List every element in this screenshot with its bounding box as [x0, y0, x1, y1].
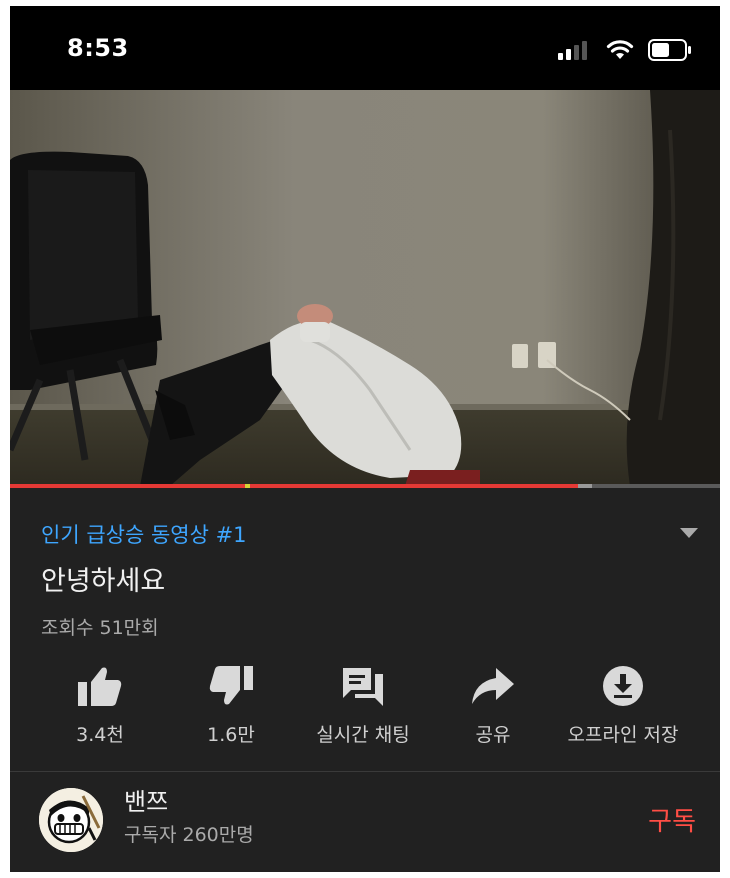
battery-icon: [648, 39, 691, 61]
signal-icon: [558, 41, 587, 60]
share-icon: [472, 668, 514, 704]
offline-save-button[interactable]: 오프라인 저장: [548, 664, 698, 747]
channel-logo: [39, 788, 103, 852]
download-icon: [603, 666, 643, 706]
progress-played: [10, 484, 578, 488]
share-button[interactable]: 공유: [418, 664, 568, 747]
avatar[interactable]: [39, 788, 103, 852]
dislike-button[interactable]: 1.6만: [156, 664, 306, 747]
wifi-icon: [606, 40, 634, 59]
share-label: 공유: [475, 724, 511, 746]
chat-icon: [343, 668, 383, 706]
subscriber-count: 구독자 260만명: [124, 824, 254, 846]
live-chat-label: 실시간 채팅: [316, 724, 410, 746]
phone-screen: 8:53 인기 급상승 동영상 #1 안녕하세요 조회수 51만회 3.4천 1…: [10, 6, 720, 872]
video-frame: [10, 90, 720, 486]
chevron-down-icon[interactable]: [680, 528, 698, 538]
status-time: 8:53: [67, 34, 129, 62]
like-button[interactable]: 3.4천: [25, 664, 175, 747]
chapter-marker: [245, 484, 250, 488]
view-count: 조회수 51만회: [41, 617, 159, 639]
status-bar: 8:53: [10, 6, 720, 90]
like-count: 3.4천: [76, 724, 124, 746]
video-player[interactable]: [10, 90, 720, 486]
live-chat-button[interactable]: 실시간 채팅: [288, 664, 438, 747]
action-bar: 3.4천 1.6만 실시간 채팅 공유 오프라인 저장: [10, 664, 720, 764]
channel-name[interactable]: 밴쯔: [124, 782, 168, 817]
thumbs-down-icon: [209, 666, 253, 705]
subscribe-button[interactable]: 구독: [648, 801, 696, 838]
status-icons: [558, 38, 692, 62]
offline-save-label: 오프라인 저장: [567, 724, 679, 746]
progress-bar[interactable]: [10, 484, 720, 488]
thumbs-up-icon: [78, 667, 122, 706]
dislike-count: 1.6만: [207, 724, 255, 746]
divider: [10, 771, 720, 772]
trending-link[interactable]: 인기 급상승 동영상 #1: [41, 519, 247, 549]
video-title: 안녕하세요: [41, 566, 166, 597]
